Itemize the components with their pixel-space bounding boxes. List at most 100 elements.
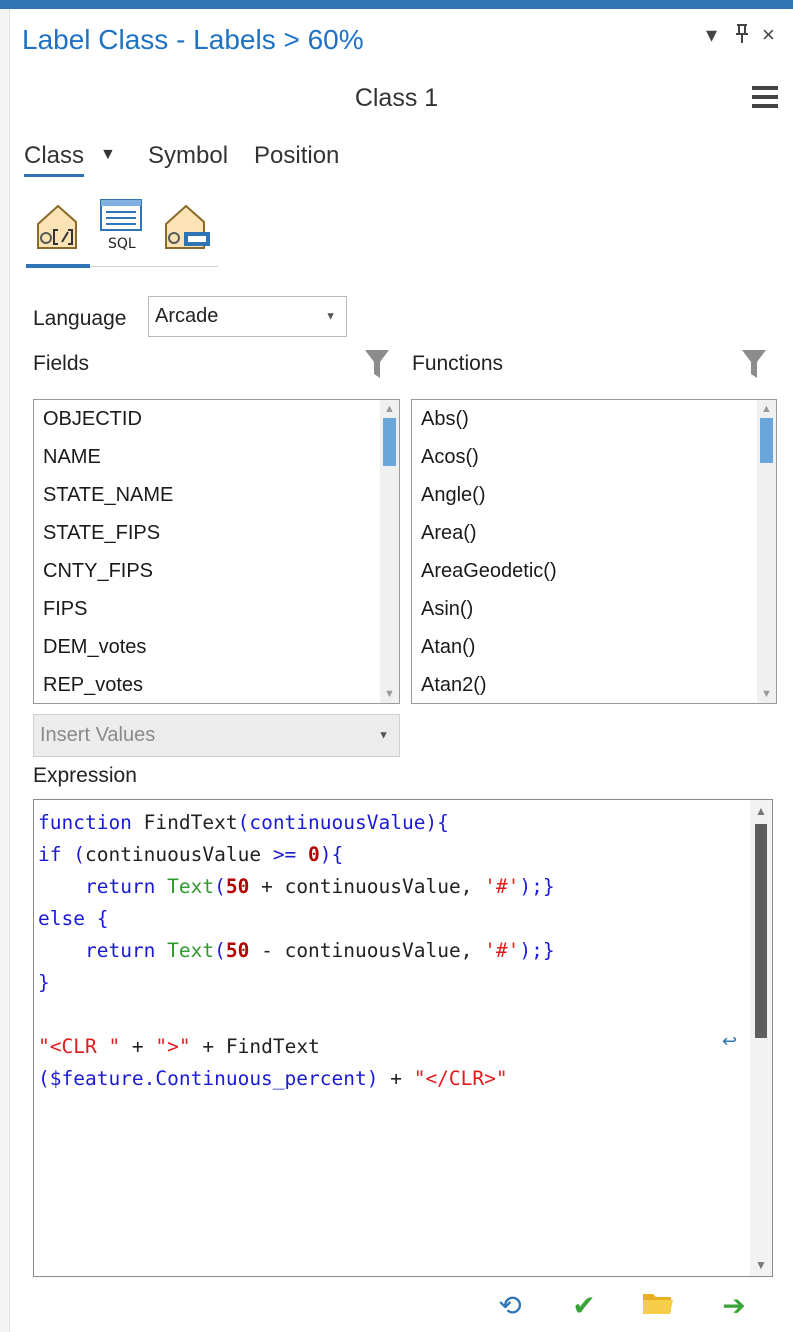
- list-item[interactable]: Area(): [412, 514, 756, 552]
- dock-edge: [0, 9, 10, 1332]
- insert-values-dropdown: Insert Values ▼: [33, 714, 400, 757]
- code-line[interactable]: }: [38, 967, 555, 999]
- code-token: (: [214, 939, 226, 962]
- fields-list[interactable]: OBJECTID NAME STATE_NAME STATE_FIPS CNTY…: [33, 399, 400, 704]
- functions-scrollbar[interactable]: ▲ ▼: [757, 400, 776, 703]
- scroll-thumb[interactable]: [760, 418, 773, 463]
- list-item[interactable]: CNTY_FIPS: [34, 552, 379, 590]
- list-item[interactable]: AreaGeodetic(): [412, 552, 756, 590]
- fields-filter-icon[interactable]: [364, 348, 390, 378]
- load-expression-button[interactable]: [640, 1290, 676, 1322]
- scroll-down-icon[interactable]: ▼: [750, 1256, 772, 1274]
- expression-label: Expression: [33, 764, 137, 787]
- code-token: }: [38, 971, 50, 994]
- tab-position[interactable]: Position: [254, 142, 339, 170]
- list-item[interactable]: STATE_FIPS: [34, 514, 379, 552]
- code-line[interactable]: if (continuousValue >= 0){: [38, 839, 555, 871]
- functions-list[interactable]: Abs() Acos() Angle() Area() AreaGeodetic…: [411, 399, 777, 704]
- code-token: >=: [272, 843, 309, 866]
- code-token: );}: [519, 939, 555, 962]
- tab-class[interactable]: Class: [24, 142, 84, 170]
- list-item[interactable]: NAME: [34, 438, 379, 476]
- code-line[interactable]: function FindText(continuousValue){: [38, 807, 555, 839]
- scroll-thumb[interactable]: [755, 824, 767, 1038]
- close-icon[interactable]: ×: [762, 22, 775, 48]
- code-token: '#': [484, 875, 520, 898]
- fields-scrollbar[interactable]: ▲ ▼: [380, 400, 399, 703]
- functions-filter-icon[interactable]: [741, 348, 767, 378]
- fields-label: Fields: [33, 352, 90, 375]
- list-item[interactable]: FIPS: [34, 590, 379, 628]
- code-line[interactable]: return Text(50 - continuousValue, '#');}: [38, 935, 555, 967]
- verify-button[interactable]: ✔: [566, 1290, 602, 1322]
- menu-icon[interactable]: [752, 86, 778, 108]
- scroll-up-icon[interactable]: ▲: [757, 401, 776, 417]
- code-token: if (: [38, 843, 85, 866]
- scroll-up-icon[interactable]: ▲: [750, 802, 772, 820]
- list-item[interactable]: Asin(): [412, 590, 756, 628]
- code-token: 0: [308, 843, 320, 866]
- code-token: Text: [167, 875, 215, 898]
- scroll-thumb[interactable]: [383, 418, 396, 466]
- code-token: ">": [155, 1035, 191, 1058]
- list-item[interactable]: Atan(): [412, 628, 756, 666]
- code-token: 50: [225, 939, 250, 962]
- code-line[interactable]: else {: [38, 903, 555, 935]
- label-class-name[interactable]: Class 1: [0, 84, 793, 113]
- code-token: +: [120, 1035, 156, 1058]
- checkmark-icon: ✔: [572, 1290, 596, 1321]
- editor-scrollbar[interactable]: ▲ ▼: [750, 800, 772, 1276]
- code-token: continuousValue: [84, 843, 273, 866]
- pin-icon[interactable]: [734, 24, 750, 50]
- pane-options-icon[interactable]: ▾: [706, 22, 717, 48]
- undo-icon: ⟲: [498, 1290, 522, 1321]
- list-item[interactable]: STATE_NAME: [34, 476, 379, 514]
- code-line[interactable]: [38, 999, 555, 1031]
- language-select[interactable]: Arcade ▼: [148, 296, 347, 337]
- scroll-down-icon[interactable]: ▼: [380, 686, 399, 702]
- code-token: (: [214, 875, 226, 898]
- expression-editor[interactable]: function FindText(continuousValue){if (c…: [33, 799, 773, 1277]
- code-token: else {: [38, 907, 109, 930]
- list-item[interactable]: OBJECTID: [34, 400, 379, 438]
- label-expression-icon[interactable]: [32, 198, 82, 256]
- code-token: +: [378, 1067, 414, 1090]
- reset-button[interactable]: ⟲: [492, 1290, 528, 1322]
- list-item[interactable]: REP_votes: [34, 666, 379, 703]
- tab-symbol[interactable]: Symbol: [148, 142, 228, 170]
- list-item[interactable]: Abs(): [412, 400, 756, 438]
- sql-query-icon[interactable]: SQL: [98, 198, 148, 256]
- list-item[interactable]: Acos(): [412, 438, 756, 476]
- language-label: Language: [33, 307, 127, 330]
- list-item[interactable]: Atan2(): [412, 666, 756, 703]
- save-expression-button[interactable]: ➔: [716, 1290, 752, 1322]
- code-token: );}: [519, 875, 555, 898]
- window-accent-bar: [0, 0, 793, 9]
- code-line[interactable]: "<CLR " + ">" + FindText: [38, 1031, 555, 1063]
- folder-icon: [643, 1294, 673, 1314]
- code-token: ($feature.Continuous_percent): [38, 1067, 379, 1090]
- code-token: return: [84, 939, 168, 962]
- code-token: 50: [225, 875, 250, 898]
- code-token: + continuousValue,: [249, 875, 485, 898]
- chevron-down-icon: ▼: [325, 310, 336, 322]
- code-token: "</CLR>": [413, 1067, 508, 1090]
- list-item[interactable]: DEM_votes: [34, 628, 379, 666]
- chevron-down-icon: ▼: [378, 729, 389, 741]
- code-token: FindText: [143, 811, 238, 834]
- list-item[interactable]: Angle(): [412, 476, 756, 514]
- language-select-value: Arcade: [155, 305, 219, 327]
- scroll-up-icon[interactable]: ▲: [380, 401, 399, 417]
- code-line[interactable]: ($feature.Continuous_percent) + "</CLR>": [38, 1063, 555, 1095]
- code-line[interactable]: return Text(50 + continuousValue, '#');}: [38, 871, 555, 903]
- expression-code[interactable]: function FindText(continuousValue){if (c…: [38, 807, 555, 1095]
- chevron-down-icon[interactable]: ▼: [100, 146, 116, 164]
- code-token: (continuousValue){: [237, 811, 449, 834]
- scroll-down-icon[interactable]: ▼: [757, 686, 776, 702]
- code-token: Text: [167, 939, 215, 962]
- word-wrap-icon: ↩: [722, 1031, 738, 1051]
- label-placement-icon[interactable]: [160, 198, 210, 256]
- arrow-right-icon: ➔: [722, 1290, 746, 1321]
